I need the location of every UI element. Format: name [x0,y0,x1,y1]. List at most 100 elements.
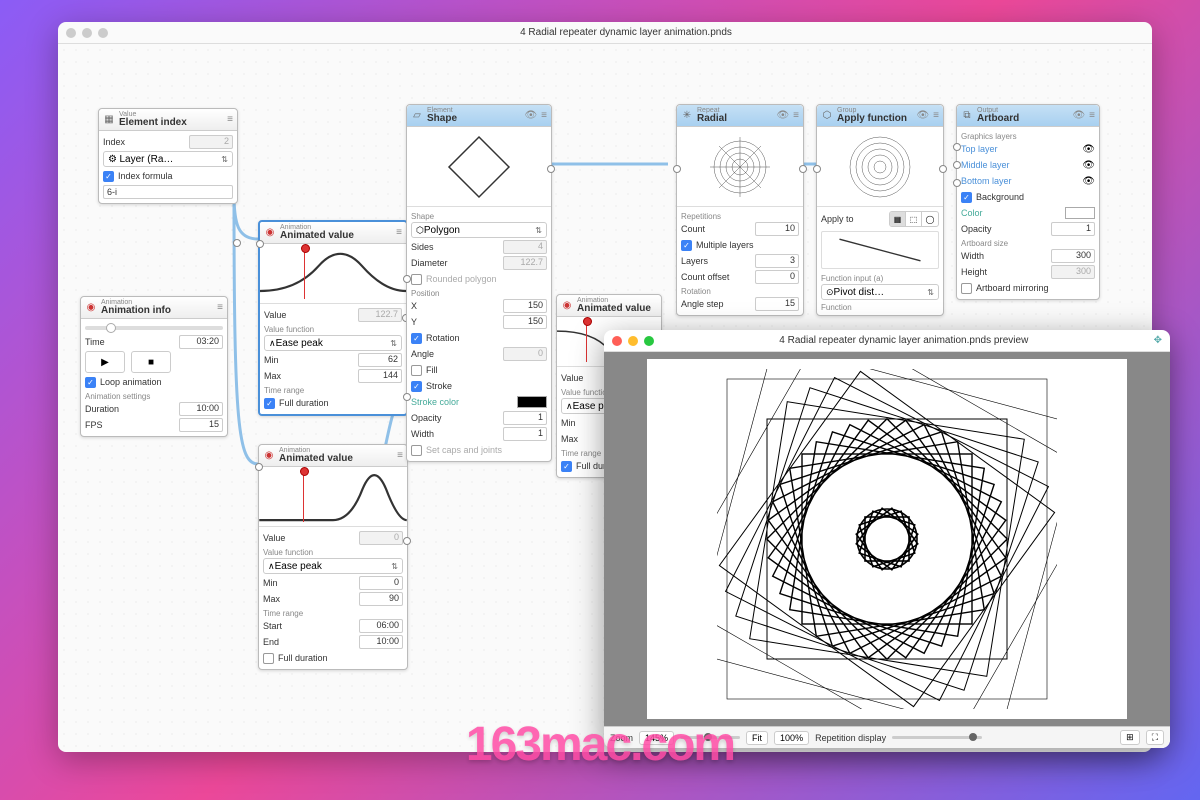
end-field[interactable]: 10:00 [359,635,403,649]
grip-icon[interactable]: ≡ [227,114,233,125]
node-apply-function[interactable]: ⬡ GroupApply function 👁≡ Apply to▦⬚◯ Fun… [816,104,944,316]
eye-icon[interactable]: 👁 [776,110,789,121]
time-slider[interactable] [85,326,223,330]
curve-preview[interactable] [259,467,407,527]
mirroring-checkbox[interactable] [961,283,972,294]
x-field[interactable]: 150 [503,299,547,313]
eye-icon[interactable]: 👁 [916,110,929,121]
node-animated-value-2[interactable]: ◉ AnimationAnimated value ≡ Value0 Value… [258,444,408,670]
stroke-color-swatch[interactable] [517,396,547,408]
full-duration-checkbox[interactable] [263,653,274,664]
eye-icon[interactable]: 👁 [524,110,537,121]
duration-field[interactable]: 10:00 [179,402,223,416]
angle-step-field[interactable]: 15 [755,297,799,311]
node-animation-info[interactable]: ◉ AnimationAnimation info ≡ Time03:20 ▶ … [80,296,228,437]
node-element-index[interactable]: ▦ ValueElement index ≡ Index2 ⚙ Layer (R… [98,108,238,204]
loop-checkbox[interactable]: ✓ [85,377,96,388]
shape-select[interactable]: ⬡ Polygon⇅ [411,222,547,238]
opacity-field[interactable]: 1 [503,411,547,425]
input-port[interactable] [813,165,821,173]
node-animated-value-1[interactable]: ◉ AnimationAnimated value ≡ Value122.7 V… [258,220,408,416]
repetition-slider[interactable] [892,736,982,739]
multiple-layers-checkbox[interactable]: ✓ [681,240,692,251]
close-button[interactable] [612,336,622,346]
value-function-select[interactable]: ∧ Ease peak⇅ [264,335,402,351]
zoom-slider[interactable] [680,736,740,739]
curve-preview[interactable] [260,244,406,304]
move-icon[interactable]: ✥ [1154,335,1162,346]
opacity-field[interactable]: 1 [1051,222,1095,236]
min-field[interactable]: 0 [359,576,403,590]
fill-checkbox[interactable] [411,365,422,376]
diameter-port[interactable] [403,275,411,283]
node-header[interactable]: ◉ AnimationAnimation info ≡ [81,297,227,319]
eye-icon[interactable]: 👁 [1082,176,1095,187]
function-input-select[interactable]: ⊙ Pivot dist…⇅ [821,284,939,300]
output-port[interactable] [403,537,411,545]
node-header[interactable]: ◉ AnimationAnimated value ≡ [259,445,407,467]
full-duration-checkbox[interactable]: ✓ [264,398,275,409]
count-offset-field[interactable]: 0 [755,270,799,284]
width-field[interactable]: 1 [503,427,547,441]
input-port[interactable] [673,165,681,173]
node-header[interactable]: ▦ ValueElement index ≡ [99,109,237,131]
bg-color-swatch[interactable] [1065,207,1095,219]
eye-icon[interactable]: 👁 [1082,144,1095,155]
stroke-checkbox[interactable]: ✓ [411,381,422,392]
rotation-checkbox[interactable]: ✓ [411,333,422,344]
fps-field[interactable]: 15 [179,418,223,432]
minimize-button[interactable] [82,28,92,38]
grip-icon[interactable]: ≡ [217,302,223,313]
middle-layer-port[interactable] [953,161,961,169]
min-field[interactable]: 62 [358,353,402,367]
rounded-checkbox[interactable] [411,274,422,285]
grip-icon[interactable]: ≡ [397,450,403,461]
close-button[interactable] [66,28,76,38]
artboard-width-field[interactable]: 300 [1051,249,1095,263]
grip-icon[interactable]: ≡ [396,227,402,238]
node-shape[interactable]: ▱ ElementShape 👁≡ Shape ⬡ Polygon⇅ Sides… [406,104,552,462]
input-port[interactable] [256,240,264,248]
grip-icon[interactable]: ≡ [1089,110,1095,121]
count-field[interactable]: 10 [755,222,799,236]
angle-port[interactable] [403,393,411,401]
output-port[interactable] [547,165,555,173]
y-field[interactable]: 150 [503,315,547,329]
time-field[interactable]: 03:20 [179,335,223,349]
index-formula-checkbox[interactable]: ✓ [103,171,114,182]
function-curve[interactable] [821,231,939,269]
preview-canvas[interactable] [604,352,1170,726]
input-port[interactable] [255,463,263,471]
formula-input[interactable] [103,185,233,199]
caps-checkbox[interactable] [411,445,422,456]
grip-icon[interactable]: ≡ [933,110,939,121]
start-field[interactable]: 06:00 [359,619,403,633]
node-header[interactable]: ⬡ GroupApply function 👁≡ [817,105,943,127]
max-field[interactable]: 90 [359,592,403,606]
node-header[interactable]: ✳ RepeatRadial 👁≡ [677,105,803,127]
maximize-button[interactable] [98,28,108,38]
grid-toggle[interactable]: ⊞ [1120,730,1140,745]
minimize-button[interactable] [628,336,638,346]
value-function-select[interactable]: ∧ Ease peak⇅ [263,558,403,574]
apply-to-segmented[interactable]: ▦⬚◯ [889,211,939,227]
node-header[interactable]: ▱ ElementShape 👁≡ [407,105,551,127]
output-port[interactable] [939,165,947,173]
layer-select[interactable]: ⚙ Layer (Ra…⇅ [103,151,233,167]
full-duration-checkbox[interactable]: ✓ [561,461,572,472]
fit-button[interactable]: Fit [746,731,768,745]
preview-window[interactable]: 4 Radial repeater dynamic layer animatio… [604,330,1170,748]
grip-icon[interactable]: ≡ [793,110,799,121]
node-header[interactable]: ◉ AnimationAnimated value ≡ [260,222,406,244]
grip-icon[interactable]: ≡ [541,110,547,121]
bottom-layer-port[interactable] [953,179,961,187]
output-port[interactable] [233,239,241,247]
background-checkbox[interactable]: ✓ [961,192,972,203]
node-header[interactable]: ⧉ OutputArtboard 👁≡ [957,105,1099,127]
eye-icon[interactable]: 👁 [1072,110,1085,121]
max-field[interactable]: 144 [358,369,402,383]
node-radial[interactable]: ✳ RepeatRadial 👁≡ Repetitions Count10 ✓M… [676,104,804,316]
play-button[interactable]: ▶ [85,351,125,373]
layers-field[interactable]: 3 [755,254,799,268]
eye-icon[interactable]: 👁 [1082,160,1095,171]
